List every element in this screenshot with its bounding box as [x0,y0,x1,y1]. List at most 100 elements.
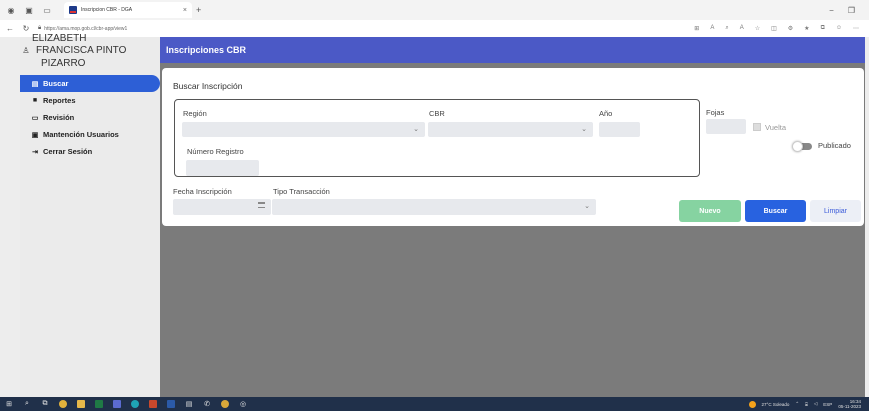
favorites-icon[interactable]: ★ [804,25,809,32]
file-explorer-icon[interactable] [72,400,90,408]
vuelta-checkbox[interactable] [753,123,761,131]
window-controls: − ❐ [829,6,869,15]
fecha-inscripcion-label: Fecha Inscripción [173,187,232,196]
phone-icon[interactable]: ✆ [198,400,216,408]
weather-sun-icon [748,400,756,408]
chevron-down-icon: ⌄ [584,203,590,210]
anio-label: Año [599,109,613,118]
clock-date: 05-11-2023 [838,404,861,409]
volume-icon[interactable]: ◁ [814,401,817,407]
publicado-toggle[interactable] [792,141,812,152]
collections-icon[interactable]: ▣ [22,3,36,17]
logout-icon: ⇥ [32,148,38,156]
sidebar-item-label: Buscar [43,79,69,88]
toggle-knob [792,141,803,152]
numero-registro-input[interactable] [186,160,259,176]
browser-tab[interactable]: Inscripcion CBR - DGA × [64,2,192,18]
user-name-line2: ♙ FRANCISCA PINTO [20,45,126,56]
publicado-label: Publicado [818,141,851,150]
word-icon[interactable] [162,400,180,408]
more-options-icon[interactable]: ⋯ [853,25,859,32]
favorite-star-icon[interactable]: ☆ [755,25,760,32]
region-label: Región [183,109,207,118]
refresh-icon[interactable]: ↻ [20,24,32,33]
window-frame-right [865,0,869,411]
cbr-select[interactable]: ⌄ [428,122,593,137]
chrome-icon[interactable] [54,400,72,408]
user-name-line3: PIZARRO [41,58,86,69]
tray-chevron-icon[interactable]: ⌃ [795,401,799,407]
buscar-button[interactable]: Buscar [745,200,806,222]
search-icon[interactable]: ⌕ [18,400,36,408]
sidebar-item-label: Reportes [43,96,76,105]
chrome-alt-icon[interactable] [216,400,234,408]
collections-toolbar-icon[interactable]: ⧉ [821,25,825,32]
sidebar-item-mantencion-usuarios[interactable]: ▣ Mantención Usuarios [20,126,160,143]
tipo-transaccion-select[interactable]: ⌄ [272,199,596,215]
url-field[interactable]: 🔒︎ https://ama.mop.gob.cl/cbr-app/view1 [38,25,127,32]
user-block: ELIZABETH ♙ FRANCISCA PINTO PIZARRO [20,33,160,73]
region-select[interactable]: ⌄ [182,122,425,137]
extensions-icon[interactable]: ⚙ [788,25,793,32]
chat-icon[interactable]: ◎ [234,400,252,408]
clock[interactable]: 16:34 05-11-2023 [838,399,861,409]
search-panel: Buscar Inscripción Región ⌄ CBR ⌄ Año Nú… [162,68,864,226]
fecha-inscripcion-input[interactable] [173,199,271,215]
address-bar-tools: ⊞ A ⌕ A ☆ ◫ ⚙ ★ ⧉ ☺ ⋯ [694,25,869,32]
url-text: https://ama.mop.gob.cl/cbr-app/view1 [44,25,128,32]
person-icon: ♙ [22,46,30,55]
windows-taskbar: ⊞ ⌕ ⧉ ▤ ✆ ◎ 27°C Soleado ⌃ ⌸ ◁ ESP 16:34… [0,397,869,411]
sidebar-item-label: Cerrar Sesión [43,147,93,156]
tab-close-icon[interactable]: × [183,7,187,14]
zoom-icon[interactable]: ⌕ [725,25,728,32]
chevron-down-icon: ⌄ [413,126,419,133]
printer-icon[interactable]: ▤ [180,400,198,408]
split-screen-icon[interactable]: ◫ [771,25,777,32]
back-arrow-icon[interactable]: ← [4,24,16,33]
profile-icon[interactable]: ◉ [4,3,18,17]
fojas-input[interactable] [706,119,746,134]
read-aloud-icon[interactable]: A [710,25,714,32]
edge-icon[interactable] [126,400,144,408]
teams-icon[interactable] [108,400,126,408]
new-tab-button[interactable]: + [196,5,201,15]
user-name-line2-text: FRANCISCA PINTO [36,45,127,56]
excel-icon[interactable] [90,400,108,408]
network-icon[interactable]: ⌸ [805,402,808,407]
limpiar-button[interactable]: Limpiar [810,200,861,222]
system-tray: 27°C Soleado ⌃ ⌸ ◁ ESP 16:34 05-11-2023 [748,399,869,409]
search-panel-title: Buscar Inscripción [173,81,243,91]
tab-title: Inscripcion CBR - DGA [81,7,133,13]
sidebar-item-label: Revisión [43,113,75,122]
nuevo-button[interactable]: Nuevo [679,200,741,222]
page-title: Inscripciones CBR [166,45,247,55]
sidebar-item-reportes[interactable]: ■ Reportes [20,92,160,109]
minimize-icon[interactable]: − [829,6,834,15]
profile-sync-icon[interactable]: ☺ [836,25,842,32]
site-favicon-icon [69,6,77,14]
id-card-icon: ▣ [31,131,39,139]
sidebar-item-revision[interactable]: ▭ Revisión [20,109,160,126]
browser-address-bar: ← ↻ 🔒︎ https://ama.mop.gob.cl/cbr-app/vi… [0,20,869,37]
numero-registro-label: Número Registro [187,147,244,156]
app-available-icon[interactable]: ⊞ [694,25,699,32]
restore-icon[interactable]: ❐ [848,6,855,15]
chevron-down-icon: ⌄ [581,126,587,133]
registry-filter-box: Región ⌄ CBR ⌄ Año Número Registro [174,99,700,177]
user-name-line1: ELIZABETH [32,33,87,41]
powerpoint-icon[interactable] [144,400,162,408]
task-view-icon[interactable]: ⧉ [36,400,54,408]
vuelta-label: Vuelta [765,123,786,132]
sidebar-menu: ▤ Buscar ■ Reportes ▭ Revisión ▣ Mantenc… [20,75,160,160]
tab-actions-icon[interactable]: ▭ [40,3,54,17]
anio-input[interactable] [599,122,640,137]
language-indicator[interactable]: ESP [823,402,832,407]
weather-text[interactable]: 27°C Soleado [762,402,790,407]
sidebar-item-cerrar-sesion[interactable]: ⇥ Cerrar Sesión [20,143,160,160]
cbr-label: CBR [429,109,445,118]
translate-icon[interactable]: A [740,25,744,32]
fojas-label: Fojas [706,108,725,117]
windows-start-icon[interactable]: ⊞ [0,400,18,408]
browser-tab-bar: ◉ ▣ ▭ Inscripcion CBR - DGA × + − ❐ [0,0,869,20]
sidebar-item-buscar[interactable]: ▤ Buscar [20,75,160,92]
